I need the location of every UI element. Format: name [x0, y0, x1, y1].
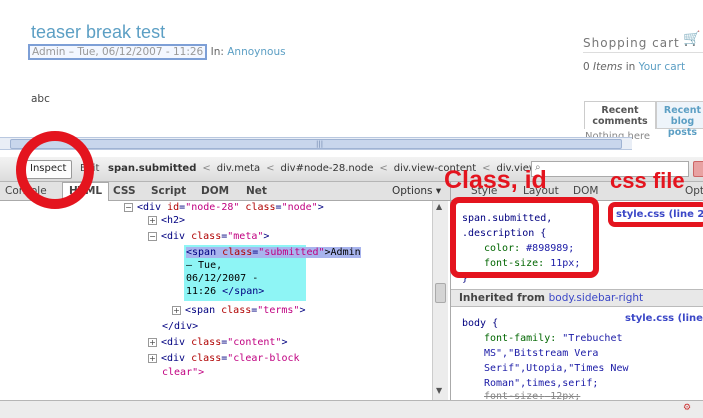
- tree-node[interactable]: + <div class="content">: [148, 337, 287, 349]
- tab-css[interactable]: CSS: [113, 185, 136, 197]
- annotation-css-file: css file: [610, 168, 685, 193]
- firebug-status-icon[interactable]: ⚙: [683, 403, 691, 413]
- tree-node[interactable]: − <div class="meta">: [148, 231, 269, 243]
- shopping-cart-icon[interactable]: 🛒: [683, 31, 700, 47]
- tree-node-continuation: clear">: [162, 367, 205, 378]
- arrow-down-icon[interactable]: ▼: [436, 386, 442, 395]
- arrow-up-icon[interactable]: ▲: [436, 202, 442, 211]
- style-options-menu[interactable]: Options: [685, 185, 703, 197]
- page-title[interactable]: teaser break test: [31, 22, 165, 43]
- options-menu[interactable]: Options ▾: [392, 185, 441, 197]
- css-value-continuation: Serif",Utopia,"Times New: [484, 363, 629, 374]
- cart-in-label: in: [625, 61, 636, 73]
- tab-dom-side[interactable]: DOM: [573, 185, 598, 197]
- html-tree-panel: − <div id="node-28" class="node"> + <h2> −…: [0, 201, 432, 400]
- status-bar: ⚙: [0, 400, 703, 418]
- chevron-left-icon: <: [202, 163, 211, 174]
- annotation-class-id: Class, id: [444, 166, 547, 194]
- recent-tabs: Recent comments Recent blog posts: [584, 101, 703, 138]
- cart-status: 0 Items in Your cart: [583, 61, 685, 73]
- selected-tree-node[interactable]: <span class="submitted">Admin – Tue, 06/…: [184, 245, 361, 301]
- firebug-toolbar: Inspect Edit span.submitted < div.meta <…: [0, 157, 703, 182]
- scrollbar-thumb[interactable]: [435, 283, 446, 303]
- chevron-left-icon: <: [379, 163, 388, 174]
- category-link[interactable]: Annoynous: [227, 46, 285, 58]
- tree-vertical-scrollbar[interactable]: ▲ ▼: [432, 201, 448, 400]
- tree-node[interactable]: + <h2>: [148, 215, 185, 227]
- tree-node[interactable]: + <div class="clear-block: [148, 353, 300, 365]
- breadcrumb-item[interactable]: div.meta: [217, 163, 260, 174]
- css-property-overridden[interactable]: font-size: 12px;: [484, 389, 580, 400]
- cart-items-label: Items: [593, 61, 623, 73]
- expand-icon[interactable]: +: [148, 354, 157, 363]
- inherited-header: Inherited from body.sidebar-right: [451, 289, 703, 307]
- expand-icon[interactable]: +: [148, 216, 157, 225]
- tree-node[interactable]: </div>: [162, 321, 198, 333]
- body-text: abc: [31, 93, 50, 105]
- breadcrumb-item[interactable]: div#node-28.node: [281, 163, 374, 174]
- stylesheet-link[interactable]: style.css (line: [625, 313, 703, 324]
- close-icon[interactable]: [693, 161, 703, 177]
- chevron-left-icon: <: [266, 163, 275, 174]
- collapse-icon[interactable]: −: [148, 232, 157, 241]
- css-property[interactable]: font-family: "Trebuchet: [484, 331, 623, 346]
- expand-icon[interactable]: +: [172, 306, 181, 315]
- tab-dom[interactable]: DOM: [201, 185, 229, 197]
- annotation-box-rule: [450, 197, 599, 278]
- cart-count: 0: [583, 61, 590, 73]
- css-selector: body {: [462, 318, 499, 329]
- annotation-circle: [16, 131, 94, 209]
- collapse-icon[interactable]: −: [124, 203, 133, 212]
- tab-net[interactable]: Net: [246, 185, 267, 197]
- tab-recent-posts[interactable]: Recent blog posts: [656, 101, 703, 138]
- in-label: In:: [210, 46, 224, 58]
- annotation-box-file: [608, 202, 703, 227]
- tree-node[interactable]: + <span class="terms">: [172, 305, 305, 317]
- submitted-meta: Admin – Tue, 06/12/2007 - 11:26: [28, 44, 208, 60]
- tree-node[interactable]: − <div id="node-28" class="node">: [124, 202, 324, 214]
- inherited-label: Inherited from: [459, 292, 545, 304]
- page-horizontal-scrollbar[interactable]: |||: [0, 137, 632, 150]
- css-value-continuation: MS","Bitstream Vera: [484, 348, 599, 359]
- breadcrumb-item[interactable]: span.submitted: [108, 163, 196, 174]
- tab-recent-comments[interactable]: Recent comments: [584, 101, 656, 129]
- expand-icon[interactable]: +: [148, 338, 157, 347]
- meta-line: Admin – Tue, 06/12/2007 - 11:26 In: Anno…: [28, 44, 286, 60]
- inherited-selector-link[interactable]: body.sidebar-right: [549, 292, 644, 304]
- tab-script[interactable]: Script: [151, 185, 186, 197]
- your-cart-link[interactable]: Your cart: [639, 61, 685, 73]
- grip-icon: |||: [316, 140, 324, 148]
